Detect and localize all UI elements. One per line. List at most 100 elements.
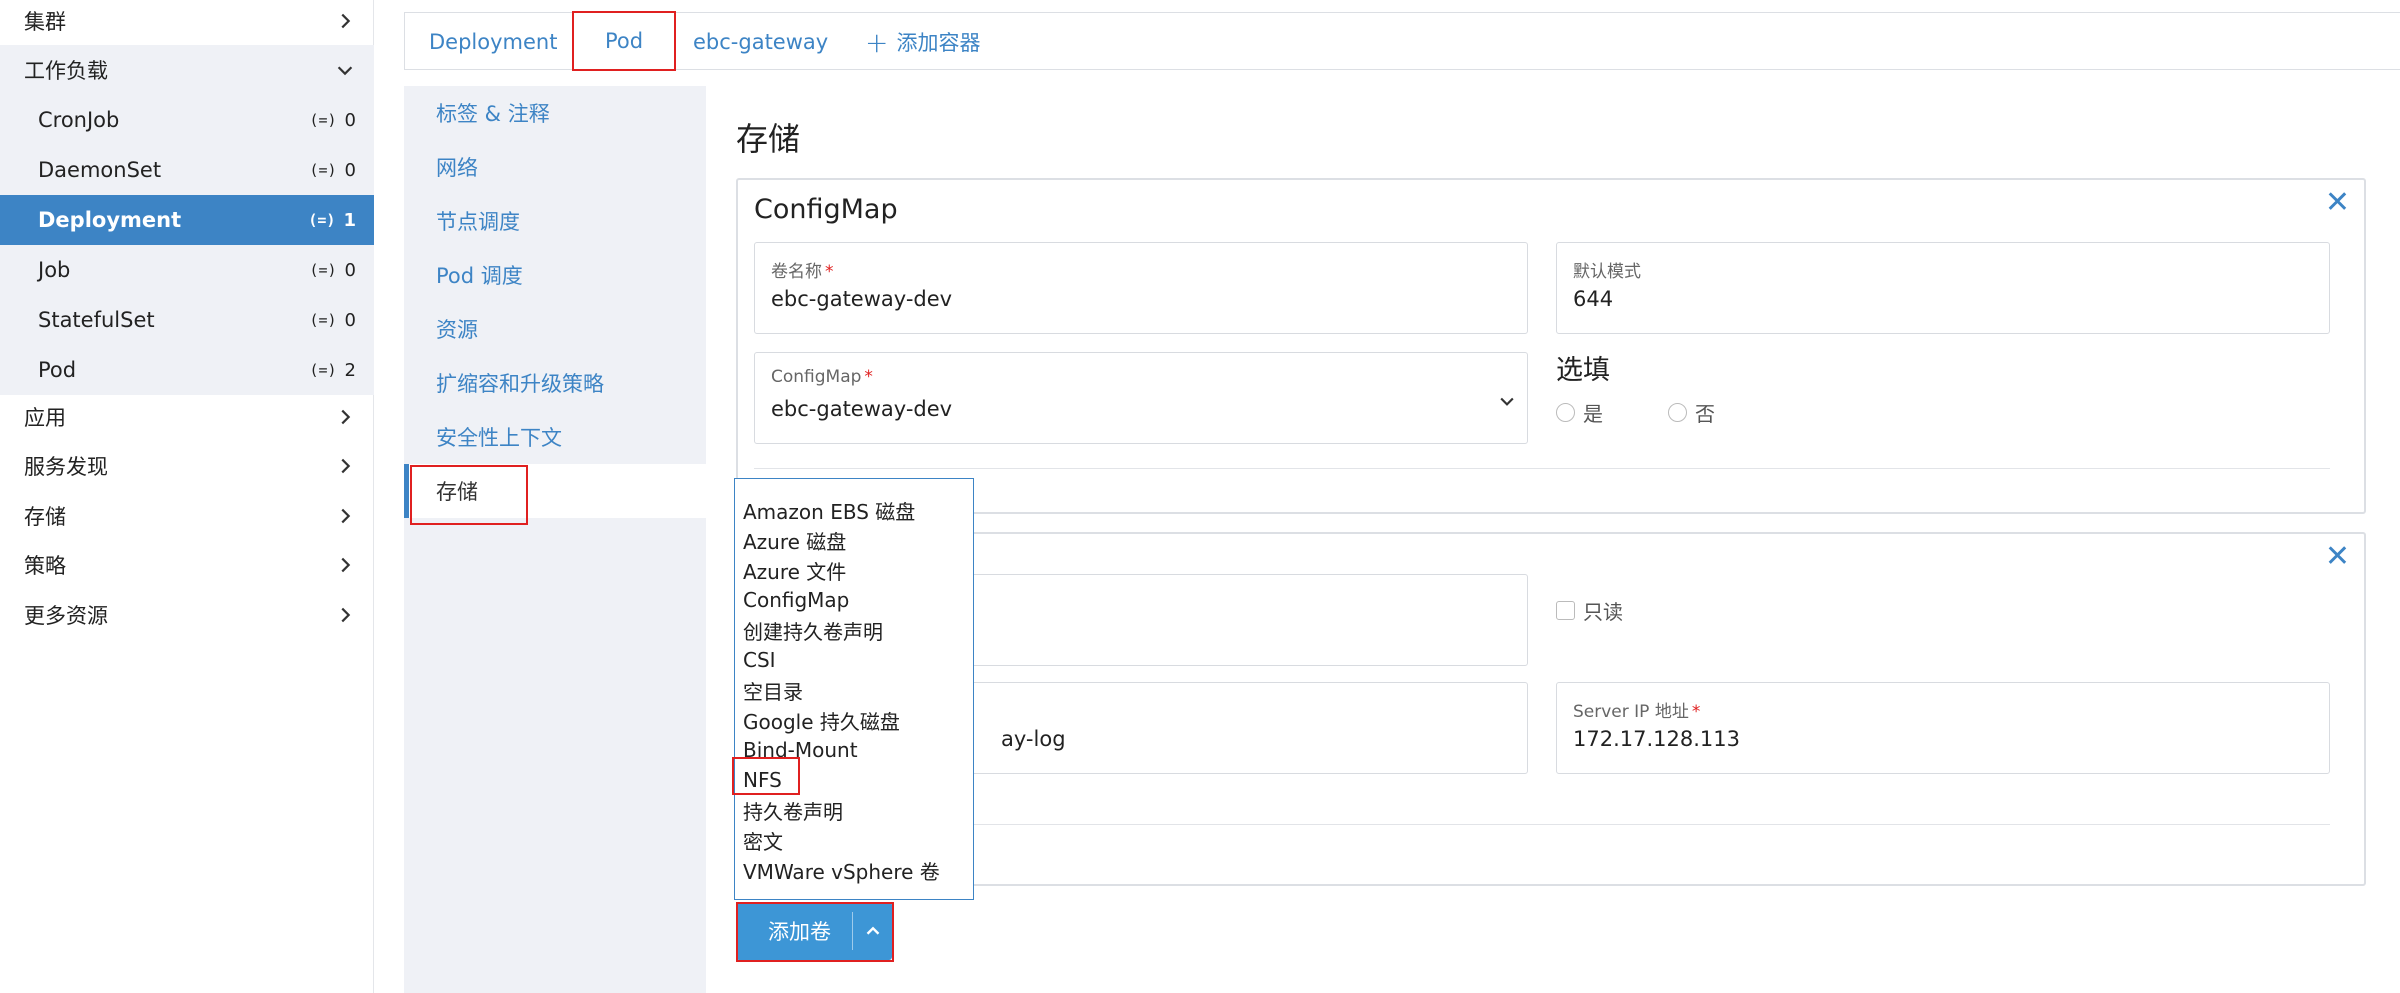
dropdown-option-empty-dir[interactable]: 空目录 — [735, 675, 973, 705]
chevron-right-icon — [341, 607, 351, 623]
label-text: Server IP 地址 — [1573, 702, 1689, 722]
label-text: ConfigMap — [771, 367, 862, 387]
dropdown-option-create-pvc[interactable]: 创建持久卷声明 — [735, 615, 973, 645]
nav-group-policy[interactable]: 策略 — [0, 540, 374, 590]
nav-item-count: (=) 0 — [309, 145, 356, 195]
checkbox-box — [1556, 601, 1575, 620]
field-label: 默认模式 — [1573, 262, 1641, 282]
count-value: 1 — [343, 209, 356, 231]
chevron-right-icon — [341, 508, 351, 524]
field-value: ay-log — [1001, 727, 1066, 751]
section-node-scheduling[interactable]: 节点调度 — [404, 194, 706, 248]
optional-title: 选填 — [1556, 355, 1610, 386]
count-value: 2 — [344, 359, 356, 381]
card-divider — [754, 824, 2330, 825]
dropdown-option-nfs[interactable]: NFS — [735, 765, 973, 795]
field-value: ebc-gateway-dev — [771, 287, 953, 311]
nav-item-label: Deployment — [38, 208, 182, 232]
nav-item-count: (=) 2 — [309, 345, 356, 395]
tab-deployment[interactable]: Deployment — [429, 13, 557, 71]
radio-label: 是 — [1583, 402, 1603, 426]
resource-count-icon: (=) — [309, 361, 337, 379]
section-scaling-upgrade[interactable]: 扩缩容和升级策略 — [404, 356, 706, 410]
nav-item-cronjob[interactable]: CronJob (=) 0 — [0, 95, 374, 145]
default-mode-field[interactable]: 默认模式 644 — [1556, 242, 2330, 334]
dropdown-option-azure-file[interactable]: Azure 文件 — [735, 555, 973, 585]
nav-item-statefulset[interactable]: StatefulSet (=) 0 — [0, 295, 374, 345]
server-ip-field[interactable]: Server IP 地址 * 172.17.128.113 — [1556, 682, 2330, 774]
resource-count-icon: (=) — [309, 111, 337, 129]
required-mark: * — [825, 262, 834, 282]
dropdown-option-configmap[interactable]: ConfigMap — [735, 585, 973, 615]
add-container-label: 添加容器 — [896, 31, 981, 55]
add-volume-button[interactable]: 添加卷 — [736, 902, 892, 960]
volume-name-field[interactable]: 卷名称 * ebc-gateway-dev — [754, 242, 1528, 334]
dropdown-option-google-pd[interactable]: Google 持久磁盘 — [735, 705, 973, 735]
count-value: 0 — [344, 309, 356, 331]
nav-item-label: StatefulSet — [38, 308, 155, 332]
tab-pod[interactable]: Pod — [572, 11, 676, 71]
nav-item-job[interactable]: Job (=) 0 — [0, 245, 374, 295]
radio-circle — [1668, 403, 1687, 422]
dropdown-option-bind-mount[interactable]: Bind-Mount — [735, 735, 973, 765]
dropdown-option-secret[interactable]: 密文 — [735, 825, 973, 855]
label-text: 卷名称 — [771, 262, 822, 282]
tab-container-ebc-gateway[interactable]: ebc-gateway — [693, 13, 828, 71]
button-separator — [852, 912, 853, 950]
chevron-down-icon — [337, 66, 353, 76]
field-value: 172.17.128.113 — [1573, 727, 1740, 751]
add-container-button[interactable]: + 添加容器 — [865, 13, 980, 71]
dropdown-option-vsphere[interactable]: VMWare vSphere 卷 — [735, 855, 973, 885]
nav-group-storage[interactable]: 存储 — [0, 491, 374, 541]
nav-group-label: 存储 — [24, 505, 66, 529]
radio-label: 否 — [1695, 402, 1715, 426]
nav-group-cluster[interactable]: 集群 — [0, 0, 374, 46]
nav-item-label: CronJob — [38, 108, 120, 132]
section-storage[interactable]: 存储 — [404, 464, 706, 518]
optional-yes-radio[interactable]: 是 — [1556, 398, 1603, 427]
nav-group-workload[interactable]: 工作负载 — [0, 45, 374, 95]
page-title: 存储 — [736, 120, 801, 158]
volume-type-dropdown: Amazon EBS 磁盘 Azure 磁盘 Azure 文件 ConfigMa… — [734, 478, 974, 900]
close-icon[interactable]: ✕ — [2325, 188, 2350, 218]
dropdown-option-pvc[interactable]: 持久卷声明 — [735, 795, 973, 825]
section-pod-scheduling[interactable]: Pod 调度 — [404, 248, 706, 302]
readonly-checkbox[interactable]: 只读 — [1556, 596, 1623, 625]
nav-group-service-discovery[interactable]: 服务发现 — [0, 441, 374, 491]
field-value: 644 — [1573, 287, 1614, 311]
section-menu: 标签 & 注释 网络 节点调度 Pod 调度 资源 扩缩容和升级策略 安全性上下… — [404, 86, 706, 993]
chevron-up-icon[interactable] — [862, 920, 884, 942]
nfs-volume-card: ✕ 只读 ay-log Server IP 地址 * 172.17.128.113 — [736, 532, 2366, 886]
field-label: Server IP 地址 * — [1573, 697, 1700, 722]
nav-group-label: 更多资源 — [24, 604, 108, 628]
dropdown-option-amazon-ebs[interactable]: Amazon EBS 磁盘 — [735, 495, 973, 525]
card-divider — [754, 468, 2330, 469]
resource-count-icon: (=) — [309, 311, 337, 329]
field-label: 卷名称 * — [771, 257, 834, 282]
nav-group-label: 集群 — [24, 10, 66, 34]
required-mark: * — [864, 367, 873, 387]
section-network[interactable]: 网络 — [404, 140, 706, 194]
nav-item-pod[interactable]: Pod (=) 2 — [0, 345, 374, 395]
dropdown-option-azure-disk[interactable]: Azure 磁盘 — [735, 525, 973, 555]
dropdown-option-csi[interactable]: CSI — [735, 645, 973, 675]
plus-icon: + — [865, 25, 889, 59]
nav-group-label: 应用 — [24, 406, 66, 430]
configmap-select[interactable]: ConfigMap * ebc-gateway-dev — [754, 352, 1528, 444]
section-security-context[interactable]: 安全性上下文 — [404, 410, 706, 464]
chevron-down-icon — [1500, 397, 1514, 406]
checkbox-label: 只读 — [1583, 600, 1623, 624]
section-labels-annotations[interactable]: 标签 & 注释 — [404, 86, 706, 140]
nav-item-count: (=) 0 — [309, 295, 356, 345]
left-navigation: 集群 工作负载 CronJob (=) 0 DaemonSet (=) 0 Depl… — [0, 0, 374, 993]
chevron-right-icon — [341, 458, 351, 474]
optional-no-radio[interactable]: 否 — [1668, 398, 1715, 427]
section-resources[interactable]: 资源 — [404, 302, 706, 356]
nav-group-label: 工作负载 — [24, 59, 108, 83]
nav-group-more-resources[interactable]: 更多资源 — [0, 590, 374, 640]
nav-item-deployment[interactable]: Deployment (=) 1 — [0, 195, 374, 245]
close-icon[interactable]: ✕ — [2325, 542, 2350, 572]
nav-item-daemonset[interactable]: DaemonSet (=) 0 — [0, 145, 374, 195]
chevron-right-icon — [341, 557, 351, 573]
nav-group-apps[interactable]: 应用 — [0, 392, 374, 442]
